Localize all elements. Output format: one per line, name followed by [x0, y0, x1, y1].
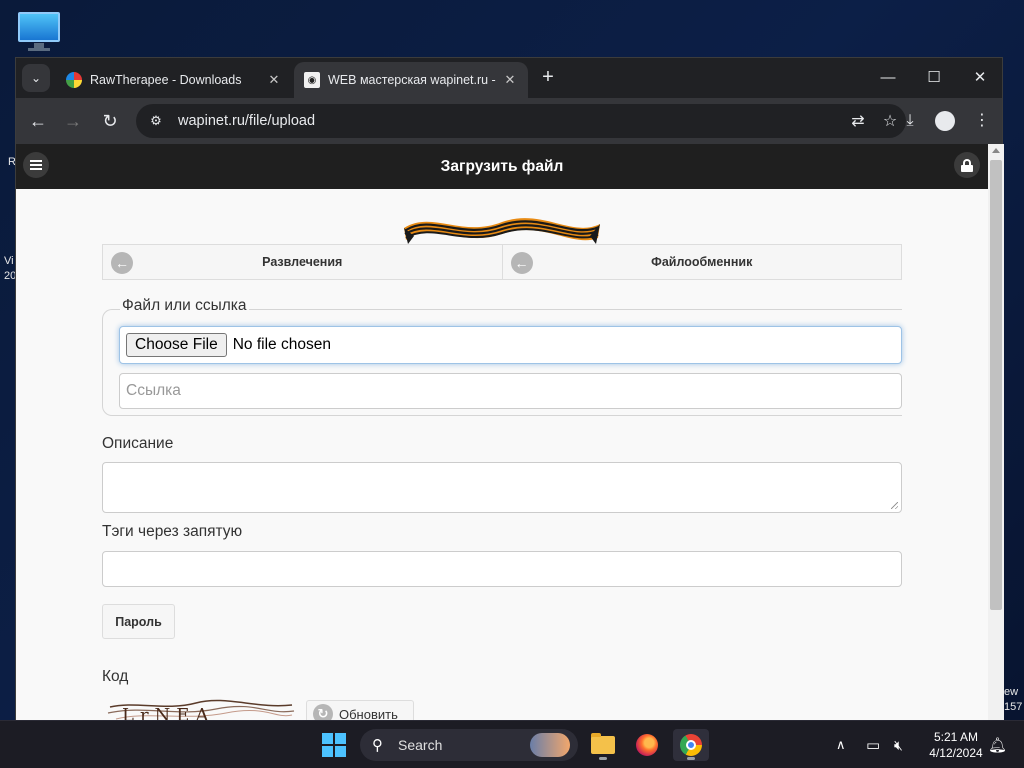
desktop-label-fragment: 157 [1004, 701, 1023, 713]
file-status: No file chosen [232, 336, 331, 353]
arrow-left-circle-icon: ← [510, 252, 533, 274]
volume-muted-icon[interactable]: 🔇︎ [894, 721, 903, 768]
svg-text:LrNEA: LrNEA [122, 705, 214, 721]
clock[interactable]: 5:21 AM 4/12/2024 [922, 729, 990, 761]
refresh-captcha-button[interactable]: ↻ Обновить [306, 700, 414, 721]
link-input[interactable]: Ссылка [119, 373, 902, 409]
scrollbar-thumb[interactable] [990, 160, 1002, 610]
network-icon[interactable]: ▭ [866, 721, 880, 768]
lock-icon[interactable] [954, 152, 980, 178]
profile-icon[interactable] [931, 107, 959, 135]
page-viewport: Загрузить файл ← Развлечения ← Файлообме… [16, 144, 988, 721]
tab-title: RawTherapee - Downloads [90, 73, 242, 87]
tab-rawtherapee[interactable]: RawTherapee - Downloads ✕ [56, 62, 292, 98]
tab-title: WEB мастерская wapinet.ru - З [328, 73, 496, 87]
description-textarea[interactable] [102, 462, 902, 513]
site-header: Загрузить файл [16, 144, 988, 189]
forward-icon[interactable]: → [59, 107, 87, 135]
captcha-image: LrNEA [107, 699, 295, 721]
taskbar: ⚲ Search ∧ ▭ 🔇︎ 5:21 AM 4/12/2024 🔔︎ [0, 720, 1024, 768]
tags-input[interactable] [102, 551, 902, 587]
nav-label: Файлообменник [651, 255, 753, 269]
translate-icon[interactable]: ⇄ [842, 111, 874, 131]
search-label: Search [398, 737, 443, 753]
file-explorer-icon[interactable] [585, 729, 621, 761]
address-url[interactable]: wapinet.ru/file/upload [178, 113, 842, 129]
page-scrollbar[interactable] [988, 144, 1004, 721]
file-or-link-legend: Файл или ссылка [120, 297, 249, 315]
tab-close-icon[interactable]: ✕ [502, 72, 518, 88]
tab-close-icon[interactable]: ✕ [266, 72, 282, 88]
search-highlight-image [530, 733, 570, 757]
windows-start-icon[interactable] [322, 733, 346, 757]
download-icon[interactable]: ⤓ [896, 107, 924, 135]
link-placeholder: Ссылка [126, 382, 181, 399]
wapinet-favicon-icon: ◉ [304, 72, 320, 88]
chrome-icon[interactable] [673, 729, 709, 761]
rawtherapee-favicon-icon [66, 72, 82, 88]
browser-toolbar: ← → ↻ ⚙ wapinet.ru/file/upload ⇄ ☆ ⤓ ⋮ [16, 98, 1002, 144]
site-settings-icon[interactable]: ⚙ [144, 113, 168, 129]
notification-bell-icon[interactable]: 🔔︎ [988, 721, 1007, 768]
refresh-label: Обновить [339, 706, 398, 722]
minimize-button[interactable]: — [866, 64, 910, 92]
desktop-label-fragment: ew [1004, 686, 1019, 698]
chevron-up-icon[interactable]: ∧ [836, 721, 846, 768]
choose-file-button[interactable]: Choose File [126, 333, 227, 357]
nav-entertainment[interactable]: ← Развлечения [103, 245, 502, 279]
st-george-ribbon-logo [404, 218, 600, 244]
kebab-menu-icon[interactable]: ⋮ [968, 107, 996, 135]
monitor-icon[interactable] [16, 10, 62, 51]
arrow-left-circle-icon: ← [111, 252, 133, 274]
password-button[interactable]: Пароль [102, 604, 175, 639]
refresh-icon: ↻ [313, 704, 333, 721]
close-window-button[interactable]: ✕ [958, 64, 1002, 92]
resize-grip-icon[interactable] [891, 502, 898, 509]
description-label: Описание [102, 435, 174, 452]
nav-file-exchange[interactable]: ← Файлообменник [501, 245, 902, 279]
clock-date: 4/12/2024 [929, 746, 983, 760]
page-title: Загрузить файл [440, 158, 564, 175]
taskbar-search[interactable]: ⚲ Search [360, 729, 578, 761]
maximize-button[interactable]: ☐ [912, 64, 956, 92]
tab-search-icon[interactable]: ⌄ [22, 64, 50, 92]
code-label: Код [102, 668, 129, 685]
tab-strip: ⌄ RawTherapee - Downloads ✕ ◉ WEB мастер… [16, 58, 1002, 98]
nav-label: Развлечения [262, 255, 343, 269]
browser-window: ⌄ RawTherapee - Downloads ✕ ◉ WEB мастер… [15, 57, 1004, 721]
tags-label: Тэги через запятую [102, 523, 243, 540]
desktop-label-fragment: Vi [4, 255, 14, 267]
file-input[interactable]: Choose File No file chosen [119, 326, 902, 364]
new-tab-button[interactable]: + [536, 66, 560, 90]
firefox-icon[interactable] [629, 729, 665, 761]
back-icon[interactable]: ← [24, 107, 52, 135]
address-bar[interactable]: ⚙ wapinet.ru/file/upload ⇄ ☆ [136, 104, 906, 138]
search-icon: ⚲ [372, 737, 383, 754]
tab-wapinet[interactable]: ◉ WEB мастерская wapinet.ru - З ✕ [294, 62, 528, 98]
clock-time: 5:21 AM [933, 730, 979, 744]
reload-icon[interactable]: ↻ [96, 107, 124, 135]
breadcrumb-nav: ← Развлечения ← Файлообменник [102, 244, 902, 280]
